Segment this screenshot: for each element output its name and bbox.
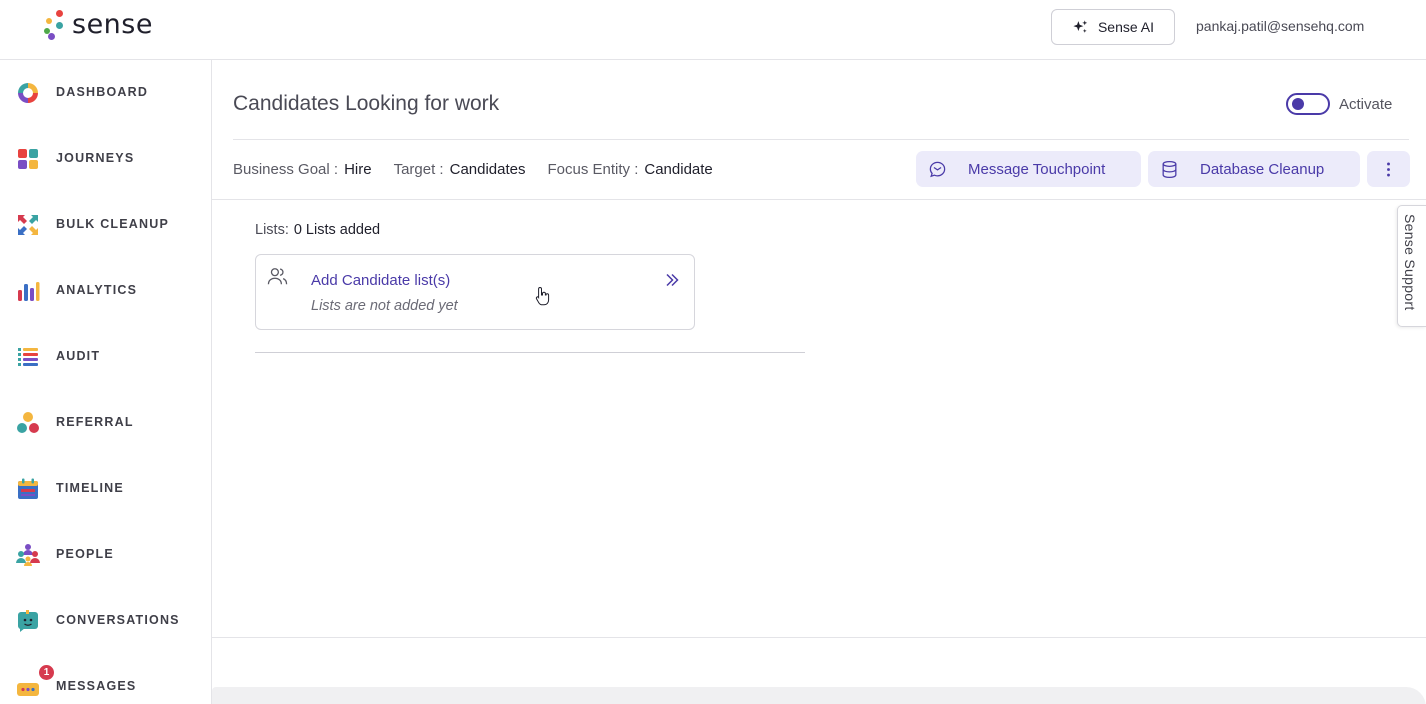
people-icon <box>16 544 40 566</box>
journeys-icon <box>18 149 38 169</box>
page-title: Candidates Looking for work <box>233 92 500 115</box>
add-candidate-list-card[interactable]: Add Candidate list(s) Lists are not adde… <box>255 254 695 330</box>
sense-ai-label: Sense AI <box>1097 19 1155 35</box>
sidebar-item-label: ANALYTICS <box>56 283 138 297</box>
conversations-icon <box>18 610 38 632</box>
lists-summary: Lists: 0 Lists added <box>255 222 380 238</box>
sidebar-item-messages[interactable]: 1 MESSAGES <box>0 664 211 704</box>
main-content: Candidates Looking for work Activate Bus… <box>212 60 1426 704</box>
sense-support-label: Sense Support <box>1402 214 1418 311</box>
sidebar-item-dashboard[interactable]: DASHBOARD <box>0 72 211 112</box>
divider <box>212 637 1426 638</box>
sidebar-item-referral[interactable]: REFERRAL <box>0 402 211 442</box>
analytics-icon <box>18 282 40 301</box>
journey-meta: Business Goal : Hire Target : Candidates F… <box>233 161 713 178</box>
sidebar-item-conversations[interactable]: CONVERSATIONS <box>0 600 211 640</box>
sidebar-item-analytics[interactable]: ANALYTICS <box>0 270 211 310</box>
business-goal: Business Goal : Hire <box>233 161 372 178</box>
logo-mark-icon <box>42 10 66 40</box>
top-bar: sense Sense AI pankaj.patil@sensehq.com <box>0 0 1426 60</box>
sidebar-item-label: AUDIT <box>56 349 101 363</box>
database-cleanup-button[interactable]: Database Cleanup <box>1148 151 1360 187</box>
focus-entity-value: Candidate <box>644 161 713 178</box>
audit-icon <box>18 348 38 366</box>
sidebar-item-label: DASHBOARD <box>56 85 149 99</box>
sidebar-item-label: JOURNEYS <box>56 151 135 165</box>
sidebar-item-label: TIMELINE <box>56 481 124 495</box>
sidebar-item-label: MESSAGES <box>56 679 137 693</box>
user-email[interactable]: pankaj.patil@sensehq.com <box>1196 18 1364 34</box>
dashboard-icon <box>18 83 38 103</box>
sidebar-item-bulk-cleanup[interactable]: BULK CLEANUP <box>0 204 211 244</box>
lists-count: 0 Lists added <box>293 222 381 238</box>
sidebar-item-label: BULK CLEANUP <box>56 217 170 231</box>
sidebar-item-label: PEOPLE <box>56 547 114 561</box>
sense-support-tab[interactable]: Sense Support <box>1397 205 1426 327</box>
focus-entity-label: Focus Entity : <box>547 161 639 178</box>
logo-wordmark: sense <box>72 9 153 40</box>
database-cleanup-label: Database Cleanup <box>1200 161 1325 178</box>
activate-toggle[interactable] <box>1286 93 1330 115</box>
target-label: Target : <box>393 161 444 178</box>
users-icon <box>267 268 288 285</box>
sense-ai-button[interactable]: Sense AI <box>1051 9 1175 45</box>
add-candidate-list-subtitle: Lists are not added yet <box>311 298 458 314</box>
activate-label: Activate <box>1339 95 1393 113</box>
divider <box>255 352 805 353</box>
messages-icon <box>17 683 39 696</box>
divider <box>212 199 1426 200</box>
target: Target : Candidates <box>394 161 526 178</box>
kebab-menu-icon <box>1387 162 1390 176</box>
business-goal-label: Business Goal : <box>233 161 339 178</box>
database-icon <box>1162 160 1177 179</box>
sidebar-item-label: REFERRAL <box>56 415 134 429</box>
sidebar-item-people[interactable]: PEOPLE <box>0 534 211 574</box>
sidebar: DASHBOARD JOURNEYS BULK CLEANUP ANALYTIC… <box>0 60 212 704</box>
sidebar-item-audit[interactable]: AUDIT <box>0 336 211 376</box>
business-goal-value: Hire <box>344 161 372 178</box>
lists-label: Lists: <box>255 222 289 238</box>
sidebar-item-label: CONVERSATIONS <box>56 613 180 627</box>
add-candidate-list-title: Add Candidate list(s) <box>311 272 451 289</box>
messages-count-badge: 1 <box>38 664 55 681</box>
message-touchpoint-button[interactable]: Message Touchpoint <box>916 151 1141 187</box>
message-touchpoint-label: Message Touchpoint <box>968 161 1106 178</box>
sense-logo[interactable]: sense <box>42 10 153 40</box>
toggle-knob <box>1292 98 1304 110</box>
activate-control[interactable]: Activate <box>1286 93 1392 115</box>
double-chevron-right-icon <box>666 273 679 287</box>
sparkle-icon <box>1073 19 1088 33</box>
footer-panel <box>212 687 1426 704</box>
sidebar-item-journeys[interactable]: JOURNEYS <box>0 138 211 178</box>
target-value: Candidates <box>449 161 526 178</box>
more-options-button[interactable] <box>1367 151 1410 187</box>
referral-icon <box>17 412 39 433</box>
sidebar-item-timeline[interactable]: TIMELINE <box>0 468 211 508</box>
divider <box>233 139 1409 140</box>
focus-entity: Focus Entity : Candidate <box>548 161 713 178</box>
timeline-icon <box>18 478 38 499</box>
hand-cursor-icon <box>535 286 550 306</box>
bulk-cleanup-icon <box>18 215 38 235</box>
message-icon <box>929 161 946 178</box>
